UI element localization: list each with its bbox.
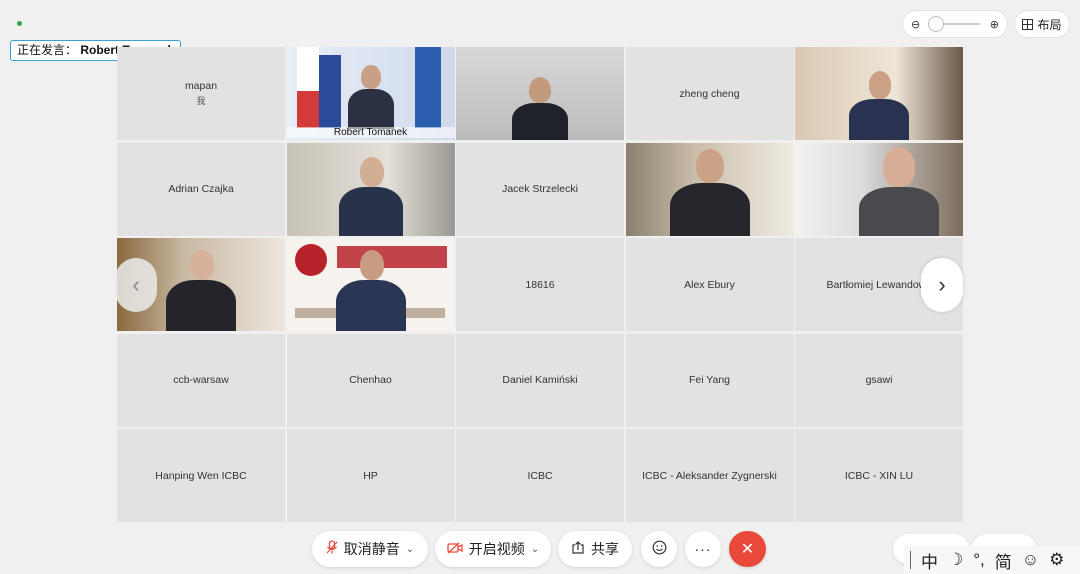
- zoom-in-icon[interactable]: ⊕: [990, 18, 999, 31]
- participant-name: ICBC - XIN LU: [844, 469, 914, 482]
- zoom-out-icon[interactable]: ⊖: [911, 18, 920, 31]
- participant-name: Fei Yang: [688, 374, 731, 386]
- share-label: 共享: [591, 541, 619, 557]
- participant-tile[interactable]: zheng cheng: [625, 47, 794, 140]
- zoom-slider[interactable]: [928, 16, 980, 32]
- participant-tile[interactable]: mapan 我: [117, 47, 285, 140]
- previous-page-button[interactable]: ‹: [115, 258, 157, 312]
- video-off-icon: [447, 541, 463, 557]
- participant-name: Adrian Czajka: [168, 183, 234, 195]
- self-indicator: 我: [196, 96, 206, 106]
- participant-tile[interactable]: ICBC - XIN LU: [795, 429, 963, 522]
- chevron-left-icon: ‹: [132, 272, 140, 297]
- unmute-button[interactable]: 取消静音 ⌄: [312, 531, 428, 567]
- close-icon: ✕: [740, 541, 755, 558]
- chevron-down-icon[interactable]: ⌄: [531, 544, 539, 555]
- share-button[interactable]: 共享: [558, 531, 632, 567]
- participant-tile-active-speaker[interactable]: Robert Tomanek: [286, 47, 455, 140]
- smiley-icon: [652, 540, 667, 558]
- participant-tile[interactable]: [795, 142, 963, 236]
- ime-divider: [910, 551, 911, 569]
- participant-tile[interactable]: HP: [286, 429, 455, 522]
- zoom-slider-handle[interactable]: [928, 16, 944, 32]
- grid-icon: [1022, 18, 1034, 30]
- participant-name: 18616: [525, 278, 555, 291]
- participant-name: Robert Tomanek: [286, 127, 455, 138]
- punctuation-toggle[interactable]: °,: [973, 550, 985, 570]
- chevron-down-icon[interactable]: ⌄: [406, 544, 414, 555]
- zoom-control[interactable]: ⊖ ⊕: [902, 10, 1008, 38]
- share-icon: [571, 541, 585, 557]
- end-call-button[interactable]: ✕: [729, 531, 766, 567]
- more-button[interactable]: ···: [685, 531, 721, 567]
- participant-name: Jacek Strzelecki: [502, 183, 578, 195]
- speaking-prefix: 正在发言：: [17, 43, 78, 57]
- participant-name: Bartłomiej Lewandows: [826, 278, 932, 291]
- gear-icon[interactable]: ⚙: [1049, 550, 1064, 570]
- participant-grid: mapan 我 Robert Tomanek zheng cheng Adria…: [117, 47, 963, 522]
- participant-name: mapan: [184, 80, 218, 92]
- mic-muted-icon: [326, 540, 338, 558]
- participant-tile[interactable]: Hanping Wen ICBC: [117, 429, 285, 522]
- participant-tile[interactable]: Jacek Strzelecki: [456, 142, 624, 236]
- layout-label: 布局: [1037, 17, 1062, 32]
- participant-tile[interactable]: ICBC: [456, 429, 624, 522]
- start-video-button[interactable]: 开启视频 ⌄: [435, 531, 551, 567]
- participant-tile[interactable]: [625, 142, 794, 236]
- smiley-icon[interactable]: ☺: [1022, 550, 1039, 570]
- reactions-button[interactable]: [641, 531, 677, 567]
- connection-status-dot: [17, 21, 22, 26]
- ime-mode-toggle[interactable]: 中: [921, 548, 938, 573]
- participant-tile[interactable]: [456, 47, 624, 140]
- participant-tile[interactable]: Chenhao: [286, 333, 455, 427]
- participant-name: ICBC - Aleksander Zygnerski: [642, 469, 777, 482]
- participant-tile[interactable]: ICBC - Aleksander Zygnerski: [625, 429, 794, 522]
- simplified-toggle[interactable]: 简: [995, 548, 1012, 573]
- participant-tile[interactable]: gsawi: [795, 333, 963, 427]
- chevron-right-icon: ›: [938, 272, 946, 297]
- unmute-label: 取消静音: [343, 541, 400, 557]
- participant-name: ICBC: [527, 469, 553, 482]
- participant-name: Alex Ebury: [684, 278, 735, 291]
- ime-toolbar: 中 ☽ °, 简 ☺ ⚙: [904, 546, 1080, 574]
- moon-icon[interactable]: ☽: [948, 550, 963, 570]
- participant-tile[interactable]: [795, 47, 963, 140]
- participant-tile[interactable]: ccb-warsaw: [117, 333, 285, 427]
- participant-tile[interactable]: Alex Ebury: [625, 238, 794, 331]
- participant-name: ccb-warsaw: [173, 374, 229, 386]
- participant-tile[interactable]: Fei Yang: [625, 333, 794, 427]
- participant-name: Daniel Kamiński: [502, 374, 578, 386]
- participant-name: gsawi: [865, 374, 893, 386]
- participant-name: zheng cheng: [679, 87, 740, 100]
- participant-name: Hanping Wen ICBC: [155, 469, 247, 482]
- participant-tile[interactable]: Adrian Czajka: [117, 142, 285, 236]
- participant-tile[interactable]: Daniel Kamiński: [456, 333, 624, 427]
- participant-tile[interactable]: [286, 238, 455, 331]
- layout-button[interactable]: 布局: [1014, 10, 1070, 38]
- next-page-button[interactable]: ›: [921, 258, 963, 312]
- start-video-label: 开启视频: [468, 541, 525, 557]
- participant-tile[interactable]: 18616: [456, 238, 624, 331]
- participant-name: Chenhao: [349, 374, 392, 386]
- more-icon: ···: [694, 541, 712, 557]
- participant-name: HP: [363, 469, 378, 482]
- participant-tile[interactable]: [286, 142, 455, 236]
